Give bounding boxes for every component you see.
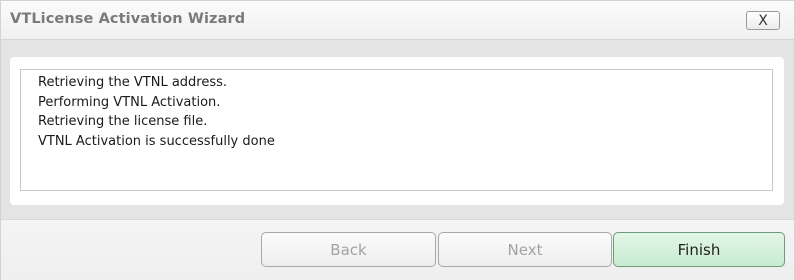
activation-wizard-window: VTLicense Activation Wizard X Retrieving… (0, 0, 795, 280)
next-button[interactable]: Next (438, 232, 612, 267)
close-icon: X (758, 12, 768, 29)
activation-log: Retrieving the VTNL address. Performing … (20, 69, 773, 191)
window-title: VTLicense Activation Wizard (10, 11, 246, 27)
close-button[interactable]: X (746, 11, 780, 30)
back-button[interactable]: Back (261, 232, 436, 267)
content-panel: Retrieving the VTNL address. Performing … (10, 57, 784, 205)
log-line: Retrieving the VTNL address. (38, 75, 228, 90)
log-line: Retrieving the license file. (38, 114, 208, 129)
button-bar: Back Next Finish (1, 219, 794, 280)
title-bar: VTLicense Activation Wizard X (1, 1, 794, 40)
finish-button[interactable]: Finish (613, 232, 785, 267)
log-line: Performing VTNL Activation. (38, 94, 221, 110)
log-line: VTNL Activation is successfully done (38, 133, 275, 149)
